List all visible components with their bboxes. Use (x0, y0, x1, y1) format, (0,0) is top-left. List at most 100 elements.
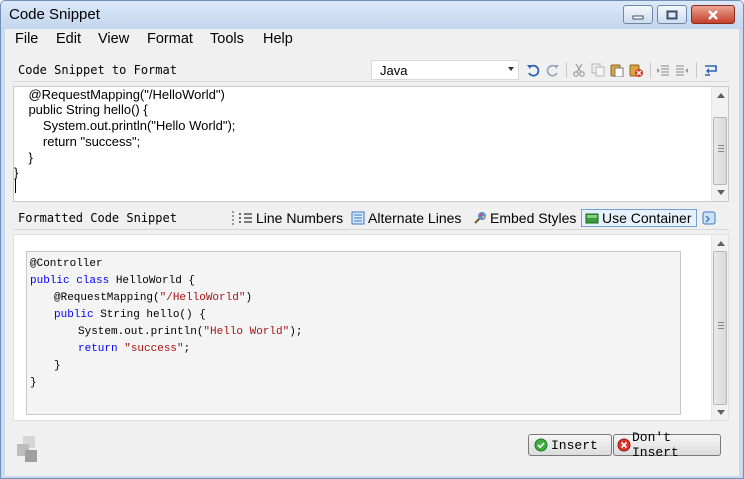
scroll-up-icon[interactable] (717, 241, 725, 246)
scroll-down-icon[interactable] (717, 410, 725, 415)
undo-button[interactable] (525, 62, 541, 78)
chevron-down-icon (508, 67, 514, 71)
source-line: @RequestMapping("/HelloWorld") (14, 87, 225, 102)
redo-icon (546, 64, 559, 77)
alternate-lines-label: Alternate Lines (368, 210, 462, 226)
language-value: Java (380, 63, 408, 78)
paste-icon (610, 64, 624, 77)
use-container-toggle[interactable]: Use Container (581, 209, 697, 227)
word-wrap-button[interactable] (703, 62, 719, 78)
clear-paste-icon (629, 64, 643, 77)
title-bar[interactable]: Code Snippet (1, 1, 743, 29)
embed-styles-toggle[interactable]: Embed Styles (473, 209, 576, 227)
minimize-button[interactable] (623, 5, 653, 24)
preview-line: @RequestMapping("/HelloWorld") (54, 292, 253, 304)
source-toolbar: Code Snippet to Format Java (13, 58, 729, 82)
language-select[interactable]: Java (371, 60, 519, 80)
toolbar-separator (650, 62, 651, 78)
preview-line: System.out.println("Hello World"); (78, 326, 303, 338)
paste-clear-button[interactable] (628, 62, 644, 78)
grip-line (718, 328, 724, 329)
maximize-icon (666, 10, 678, 19)
line-numbers-toggle[interactable]: Line Numbers (239, 209, 343, 227)
undo-icon (527, 64, 540, 77)
menu-file[interactable]: File (15, 31, 38, 47)
alternate-lines-icon (351, 211, 365, 225)
word-wrap-icon (705, 65, 717, 76)
container-icon (585, 211, 599, 225)
cut-button[interactable] (571, 62, 587, 78)
toolbar-grip (232, 211, 234, 225)
insert-label: Insert (551, 437, 598, 453)
window-title: Code Snippet (9, 6, 100, 23)
menu-help[interactable]: Help (263, 31, 293, 47)
check-icon (534, 438, 548, 452)
grip-line (718, 151, 724, 152)
source-line: } (14, 165, 19, 180)
source-line: return "success"; (14, 134, 141, 149)
alternate-lines-toggle[interactable]: Alternate Lines (351, 209, 461, 227)
menu-view[interactable]: View (98, 31, 129, 47)
menu-format[interactable]: Format (147, 31, 193, 47)
embed-styles-label: Embed Styles (490, 210, 577, 226)
minimize-icon (632, 15, 644, 19)
preview-line: public String hello() { (54, 309, 206, 321)
grip-line (718, 322, 724, 323)
code-snippet-window: Code Snippet File Edit View Format Tools… (0, 0, 744, 479)
toolbar-separator (566, 62, 567, 78)
close-button[interactable] (691, 5, 735, 24)
indent-button[interactable] (674, 62, 690, 78)
formatted-preview: @Controller public class HelloWorld { @R… (13, 234, 729, 421)
code-container: @Controller public class HelloWorld { @R… (26, 251, 681, 415)
scroll-thumb[interactable] (713, 251, 727, 405)
preview-line: } (30, 377, 37, 389)
source-scrollbar[interactable] (711, 87, 728, 201)
indent-icon (676, 65, 688, 76)
source-code-editor[interactable]: @RequestMapping("/HelloWorld") public St… (13, 86, 729, 202)
format-toolbar: Formatted Code Snippet Line Numbers Alte… (13, 206, 729, 230)
line-numbers-icon (239, 211, 253, 225)
preview-line: } (54, 360, 61, 372)
grip-line (718, 145, 724, 146)
grip-line (718, 325, 724, 326)
scroll-down-icon[interactable] (717, 190, 725, 195)
source-line: System.out.println("Hello World"); (14, 118, 236, 133)
dialog-client: File Edit View Format Tools Help Code Sn… (5, 29, 739, 476)
source-panel-label: Code Snippet to Format (18, 63, 177, 77)
copy-html-icon (702, 211, 716, 225)
cancel-icon (617, 438, 631, 452)
dialog-footer: Insert Don't Insert (5, 427, 739, 476)
toolbar-separator (696, 62, 697, 78)
outdent-button[interactable] (655, 62, 671, 78)
copy-icon (591, 63, 605, 77)
text-caret (15, 179, 16, 193)
palette-icon (473, 211, 487, 225)
source-line: } (14, 150, 33, 165)
line-numbers-label: Line Numbers (256, 210, 344, 226)
scissors-icon (573, 63, 585, 77)
copy-button[interactable] (590, 62, 606, 78)
source-line: public String hello() { (14, 102, 148, 117)
use-container-label: Use Container (602, 210, 692, 226)
preview-scrollbar[interactable] (711, 235, 728, 420)
preview-line: public class HelloWorld { (30, 275, 196, 287)
dont-insert-button[interactable]: Don't Insert (613, 430, 721, 460)
redo-button[interactable] (545, 62, 561, 78)
preview-line: return "success"; (78, 343, 191, 355)
menu-edit[interactable]: Edit (56, 31, 81, 47)
copy-html-button[interactable] (701, 210, 717, 226)
scroll-up-icon[interactable] (717, 93, 725, 98)
preview-line: @Controller (30, 258, 103, 270)
format-panel-label: Formatted Code Snippet (18, 211, 177, 225)
menu-bar: File Edit View Format Tools Help (5, 29, 739, 51)
close-icon (708, 9, 718, 20)
dont-insert-label: Don't Insert (632, 430, 679, 460)
insert-button[interactable]: Insert (528, 434, 612, 456)
outdent-icon (657, 65, 669, 76)
grip-line (718, 148, 724, 149)
app-logo-icon (17, 436, 37, 462)
paste-button[interactable] (609, 62, 625, 78)
maximize-button[interactable] (657, 5, 687, 24)
menu-tools[interactable]: Tools (210, 31, 244, 47)
scroll-thumb[interactable] (713, 117, 727, 185)
